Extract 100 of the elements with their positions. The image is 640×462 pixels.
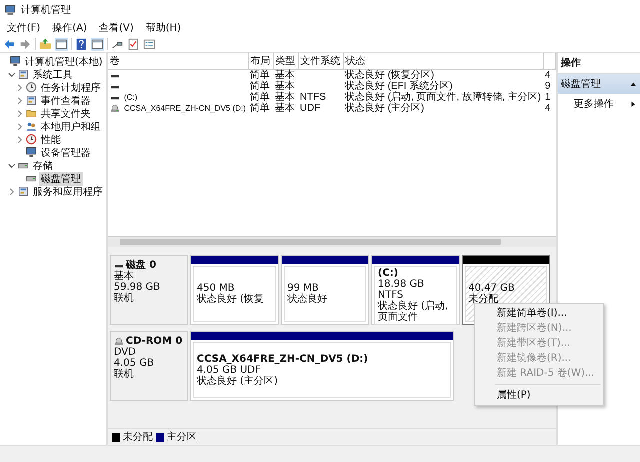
column-header[interactable]: 布局: [248, 53, 274, 70]
tree-item[interactable]: 服务和应用程序: [31, 184, 105, 198]
tree-item[interactable]: 系统工具: [31, 68, 75, 82]
expander-icon[interactable]: [16, 84, 24, 92]
window-title: 计算机管理: [21, 4, 71, 17]
table-cell-text: 简单: [249, 103, 272, 114]
tree-item[interactable]: 计算机管理(本地): [23, 54, 105, 68]
expander-icon[interactable]: [8, 162, 16, 170]
action-group[interactable]: 磁盘管理: [558, 74, 640, 94]
partition-label: CCSA_X64FRE_ZH-CN_DV5 (D:): [197, 354, 370, 364]
tree-item[interactable]: 性能: [39, 132, 63, 146]
monitor-icon: [10, 56, 21, 67]
users-icon: [26, 121, 37, 132]
expander-icon[interactable]: [16, 122, 24, 130]
volume-name: CCSA_X64FRE_ZH-CN_DV5 (D:): [124, 104, 246, 113]
partition-status: 状态良好 (主分区): [197, 376, 279, 386]
disk-status: 联机: [114, 293, 135, 304]
expander-icon[interactable]: [16, 96, 24, 104]
table-cell: 简单: [248, 70, 274, 81]
expander-icon[interactable]: [8, 70, 16, 78]
disk-size: 59.98 GB: [114, 282, 162, 293]
table-cell-text: 基本: [274, 103, 296, 114]
disk-status: 联机: [114, 369, 135, 380]
column-header[interactable]: 卷: [108, 53, 248, 70]
table-cell-text: 状态良好 (启动, 页面文件, 故障转储, 主分区): [344, 92, 542, 103]
action-item[interactable]: 更多操作: [574, 97, 614, 111]
tree-item[interactable]: 存储: [31, 158, 55, 172]
legend-label: 未分配: [123, 430, 153, 444]
expander-icon[interactable]: [16, 136, 24, 144]
table-cell-text: 9: [544, 81, 552, 92]
partition-status: 状态良好 (恢复: [197, 294, 266, 305]
panel-icon: [18, 186, 29, 197]
disk-info-panel[interactable]: 磁盘 0 基本 59.98 GB 联机: [110, 255, 188, 325]
panel-icon[interactable]: [55, 38, 68, 50]
table-cell-text: 状态良好 (主分区): [344, 103, 426, 114]
help-icon[interactable]: [75, 38, 88, 50]
tree-item[interactable]: 设备管理器: [39, 146, 93, 160]
partition-block[interactable]: 99 MB 状态良好: [280, 255, 369, 325]
table-cell-text: 基本: [274, 92, 296, 103]
disk-size: 4.05 GB: [114, 358, 156, 369]
disk-name: 磁盘 0: [126, 260, 156, 271]
partition-status: 状态良好: [288, 294, 328, 305]
table-cell-text: 简单: [249, 81, 272, 92]
collapse-icon[interactable]: [630, 80, 637, 88]
expander-icon[interactable]: [16, 110, 24, 118]
menu-item[interactable]: 文件(F): [7, 21, 41, 35]
app-icon: [5, 4, 16, 16]
submenu-arrow-icon: [630, 100, 637, 108]
monitor-icon: [26, 147, 37, 158]
partition-size: 40.47 GB: [468, 283, 516, 294]
clock-icon: [26, 134, 37, 145]
legend-label: 主分区: [167, 430, 197, 444]
partition-block[interactable]: CCSA_X64FRE_ZH-CN_DV5 (D:) 4.05 GB UDF 状态良好 (主分区): [190, 331, 454, 401]
table-cell: 基本: [273, 70, 298, 81]
menu-item[interactable]: 帮助(H): [146, 21, 182, 35]
clock-icon: [26, 82, 37, 93]
tree-item[interactable]: 本地用户和组: [39, 120, 103, 134]
tree-item[interactable]: 共享文件夹: [39, 106, 93, 120]
column-header[interactable]: 类型: [273, 53, 298, 70]
table-cell-text: 简单: [249, 92, 272, 103]
list-icon[interactable]: [143, 38, 156, 50]
expander-icon[interactable]: [8, 188, 16, 196]
folder-icon: [26, 108, 37, 119]
disk-type: DVD: [114, 347, 138, 358]
partition-status: 未分配: [468, 294, 500, 305]
table-cell: UDF: [300, 103, 321, 114]
tree-item[interactable]: 事件查看器: [39, 94, 93, 108]
column-header[interactable]: 文件系统: [298, 53, 344, 70]
table-cell: 4: [543, 70, 556, 81]
menu-item[interactable]: 属性(P): [475, 388, 603, 403]
menu-item[interactable]: 操作(A): [52, 21, 88, 35]
partition-size: 18.98 GB NTFS: [378, 279, 426, 301]
disk-type: 基本: [114, 271, 135, 282]
horizontal-scrollbar[interactable]: [108, 237, 556, 247]
table-cell: NTFS: [300, 92, 326, 103]
partition-label: (C:): [378, 268, 400, 279]
column-header[interactable]: 状态: [343, 53, 544, 70]
volume-name: (C:): [124, 93, 138, 102]
disk-name: CD-ROM 0: [126, 336, 183, 347]
partition-block[interactable]: (C:) 18.98 GB NTFS 状态良好 (启动, 页面文件: [371, 255, 460, 325]
table-cell: 状态良好 (EFI 系统分区): [343, 81, 544, 92]
table-cell-text: 4: [544, 103, 552, 114]
table-cell-text: 1: [544, 92, 552, 103]
disk-info-panel[interactable]: CD-ROM 0 DVD 4.05 GB 联机: [110, 331, 188, 401]
partition-size: 450 MB: [197, 283, 236, 294]
panel-icon[interactable]: [91, 38, 104, 50]
back-icon[interactable]: [3, 38, 16, 50]
tree-item[interactable]: 磁盘管理: [39, 172, 83, 186]
cd-drive-icon: [114, 338, 124, 346]
forward-icon[interactable]: [19, 38, 32, 50]
partition-block[interactable]: 450 MB 状态良好 (恢复: [190, 255, 278, 325]
panel-icon: [18, 69, 29, 80]
panel-icon: [26, 95, 37, 106]
folder-up-icon[interactable]: [39, 38, 52, 50]
table-cell: 状态良好 (恢复分区): [343, 70, 544, 81]
tree-item[interactable]: 任务计划程序: [39, 80, 103, 94]
partition-size: 99 MB: [288, 283, 320, 294]
table-cell-text: 基本: [274, 81, 296, 92]
menu-item[interactable]: 查看(V): [99, 21, 134, 35]
checklist-icon[interactable]: [127, 38, 140, 50]
